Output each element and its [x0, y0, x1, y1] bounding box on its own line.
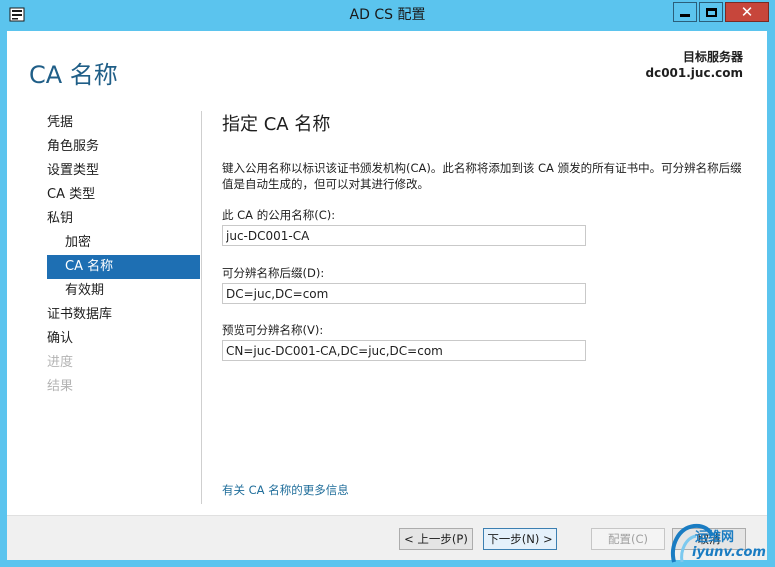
- description-text: 键入公用名称以标识该证书颁发机构(CA)。此名称将添加到该 CA 颁发的所有证书…: [222, 161, 742, 191]
- nav-item-ca-type[interactable]: CA 类型: [47, 183, 200, 207]
- page-title: CA 名称: [29, 61, 118, 89]
- section-title: 指定 CA 名称: [222, 114, 331, 135]
- nav-item-progress: 进度: [47, 355, 74, 370]
- minimize-button[interactable]: [673, 2, 697, 22]
- window-title: AD CS 配置: [349, 7, 426, 23]
- target-server-label: 目标服务器: [682, 50, 743, 64]
- configure-button: 配置(C): [591, 528, 665, 550]
- close-icon: ✕: [740, 2, 754, 21]
- common-name-label: 此 CA 的公用名称(C):: [222, 208, 336, 222]
- nav-item-confirmation[interactable]: 确认: [47, 327, 200, 351]
- minimize-icon: [680, 14, 690, 17]
- nav-item-setup-type[interactable]: 设置类型: [47, 159, 200, 183]
- watermark-text-cn: 运维网: [695, 530, 735, 545]
- next-button[interactable]: 下一步(N) >: [483, 528, 557, 550]
- target-server-value: dc001.juc.com: [645, 66, 744, 80]
- maximize-button[interactable]: [699, 2, 723, 22]
- nav-item-cryptography[interactable]: 加密: [47, 231, 200, 255]
- maximize-icon: [705, 7, 717, 17]
- watermark-text-url: iyunv.com: [692, 545, 766, 560]
- preview-dn-field[interactable]: [222, 340, 586, 361]
- wizard-nav: 凭据 角色服务 设置类型 CA 类型 私钥 加密 CA 名称 有效期 证书数据库…: [47, 111, 200, 399]
- nav-item-validity-period[interactable]: 有效期: [47, 279, 200, 303]
- previous-button[interactable]: < 上一步(P): [399, 528, 473, 550]
- close-button[interactable]: ✕: [725, 2, 769, 22]
- nav-item-ca-name[interactable]: CA 名称: [47, 255, 200, 279]
- title-bar[interactable]: AD CS 配置 ✕: [0, 0, 775, 31]
- nav-item-role-services[interactable]: 角色服务: [47, 135, 200, 159]
- wizard-footer: < 上一步(P) 下一步(N) > 配置(C) 取消: [7, 516, 767, 560]
- nav-item-certificate-database[interactable]: 证书数据库: [47, 303, 200, 327]
- dn-suffix-label: 可分辨名称后缀(D):: [222, 266, 325, 280]
- common-name-input[interactable]: [222, 225, 586, 246]
- dn-suffix-input[interactable]: [222, 283, 586, 304]
- nav-item-credentials[interactable]: 凭据: [47, 111, 200, 135]
- nav-item-results: 结果: [47, 379, 74, 394]
- nav-divider: [201, 111, 202, 504]
- nav-item-private-key[interactable]: 私钥: [47, 207, 200, 231]
- more-info-link[interactable]: 有关 CA 名称的更多信息: [222, 482, 349, 498]
- wizard-page: CA 名称 目标服务器 dc001.juc.com 凭据 角色服务 设置类型 C…: [7, 31, 767, 560]
- preview-dn-label: 预览可分辨名称(V):: [222, 323, 324, 337]
